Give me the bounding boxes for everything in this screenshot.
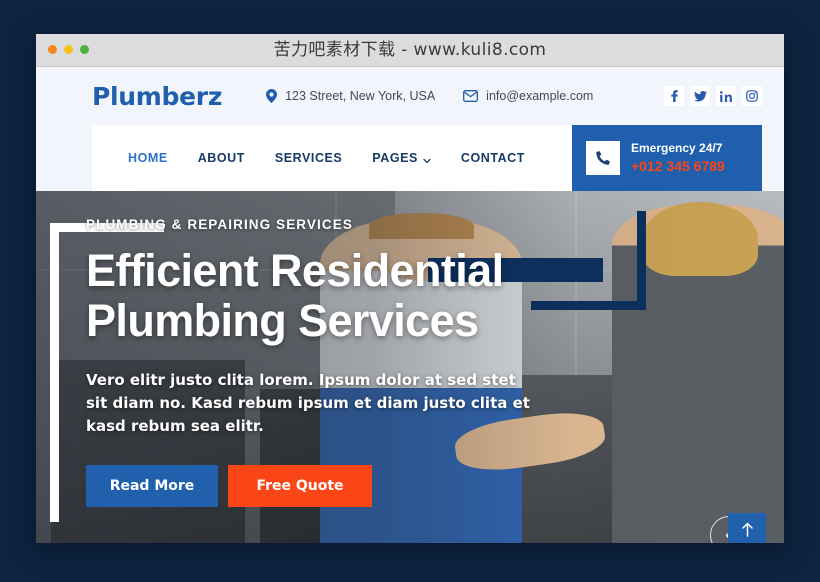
maximize-window-button[interactable]	[80, 45, 89, 54]
nav-item-home-label: HOME	[128, 151, 168, 165]
site-logo[interactable]: Plumberz	[92, 82, 222, 111]
envelope-icon	[463, 90, 479, 102]
linkedin-icon[interactable]	[716, 86, 736, 106]
chevron-down-icon	[423, 154, 431, 164]
hero-headline-line1: Efficient Residential	[86, 245, 504, 296]
browser-title-bar: 苦力吧素材下载 - www.kuli8.com	[36, 34, 784, 67]
emergency-phone-number: +012 345 6789	[631, 157, 725, 174]
social-links	[664, 86, 762, 106]
email-text: info@example.com	[486, 89, 594, 103]
address-text: 123 Street, New York, USA	[285, 89, 436, 103]
main-navigation-bar: HOME ABOUT SERVICES PAGES CONTACT Emerge…	[36, 125, 784, 191]
back-to-top-button[interactable]	[728, 513, 766, 543]
email-item[interactable]: info@example.com	[463, 89, 593, 103]
nav-item-pages[interactable]: PAGES	[372, 151, 431, 165]
hero-subtitle: PLUMBING & REPAIRING SERVICES	[86, 217, 353, 232]
nav-item-contact[interactable]: CONTACT	[461, 151, 525, 165]
map-pin-icon	[266, 89, 278, 103]
hero-headline: Efficient Residential Plumbing Services	[86, 245, 606, 347]
window-title: 苦力吧素材下载 - www.kuli8.com	[273, 40, 547, 60]
window-controls[interactable]	[48, 45, 89, 54]
nav-item-pages-label: PAGES	[372, 151, 418, 165]
arrow-up-icon	[741, 522, 754, 542]
contact-info-group: 123 Street, New York, USA info@example.c…	[266, 89, 593, 103]
hero-content: PLUMBING & REPAIRING SERVICES Efficient …	[86, 217, 606, 507]
free-quote-button[interactable]: Free Quote	[228, 464, 372, 507]
hero-headline-line2: Plumbing Services	[86, 295, 479, 347]
facebook-icon[interactable]	[664, 86, 684, 106]
minimize-window-button[interactable]	[64, 45, 73, 54]
nav-item-about[interactable]: ABOUT	[198, 151, 245, 165]
read-more-button[interactable]: Read More	[86, 464, 218, 507]
nav-links: HOME ABOUT SERVICES PAGES CONTACT	[92, 125, 572, 191]
emergency-label: Emergency 24/7	[631, 141, 723, 156]
address-item[interactable]: 123 Street, New York, USA	[266, 89, 435, 103]
browser-window: 苦力吧素材下载 - www.kuli8.com Plumberz 123 Str…	[36, 34, 784, 543]
hero-carousel: PLUMBING & REPAIRING SERVICES Efficient …	[36, 191, 784, 543]
nav-item-about-label: ABOUT	[197, 151, 245, 165]
site-top-bar: Plumberz 123 Street, New York, USA info@…	[36, 67, 784, 125]
emergency-text: Emergency 24/7 +012 345 6789	[631, 140, 725, 175]
instagram-icon[interactable]	[742, 86, 762, 106]
nav-item-services[interactable]: SERVICES	[275, 151, 342, 165]
nav-item-services-label: SERVICES	[274, 151, 343, 165]
phone-icon	[586, 141, 620, 175]
close-window-button[interactable]	[48, 45, 57, 54]
nav-item-contact-label: CONTACT	[460, 151, 525, 165]
hero-button-row: Read More Free Quote	[86, 464, 606, 507]
emergency-contact-block[interactable]: Emergency 24/7 +012 345 6789	[572, 125, 762, 191]
nav-item-home[interactable]: HOME	[128, 151, 168, 165]
twitter-icon[interactable]	[690, 86, 710, 106]
hero-paragraph: Vero elitr justo clita lorem. Ipsum dolo…	[86, 370, 530, 436]
